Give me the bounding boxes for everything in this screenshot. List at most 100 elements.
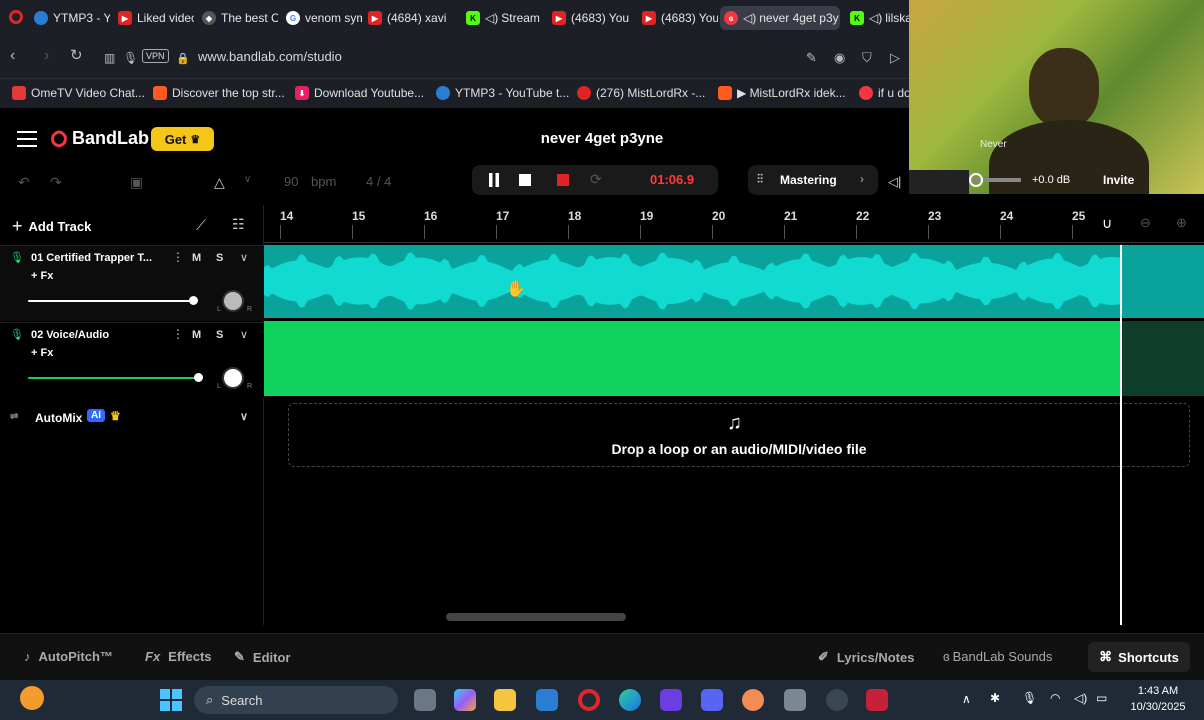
tab-youtube-4684[interactable]: ▶ (4684) xavi — [364, 6, 448, 30]
loop-icon[interactable]: ⟳ — [590, 171, 602, 188]
track-2-region[interactable] — [264, 321, 1120, 396]
mic-icon[interactable]: 🎙 — [10, 328, 24, 341]
shield-icon[interactable]: ⛉ — [862, 48, 872, 68]
chevron-down-icon[interactable]: ∨ — [240, 251, 248, 264]
wand-icon[interactable]: ⟋ — [196, 217, 206, 234]
windows-start-icon[interactable] — [160, 689, 182, 711]
bookmark-discover[interactable]: Discover the top str... — [153, 86, 285, 100]
editor-button[interactable]: ✎ Editor — [234, 649, 290, 665]
bandlab-taskbar-icon[interactable] — [866, 689, 888, 711]
send-icon[interactable]: ▷ — [890, 48, 900, 68]
add-fx-button[interactable]: + Fx — [31, 347, 53, 359]
reload-icon[interactable]: ↻ — [70, 46, 83, 66]
chevron-up-icon[interactable]: ∧ — [962, 692, 971, 706]
wifi-icon[interactable]: ◠ — [1050, 691, 1060, 705]
horizontal-scrollbar[interactable] — [446, 613, 626, 621]
add-fx-button[interactable]: + Fx — [31, 270, 53, 282]
snapshot-icon[interactable]: ▥ — [104, 48, 115, 68]
volume-slider[interactable] — [28, 377, 198, 379]
metronome-icon[interactable]: △ — [214, 174, 225, 191]
track-header-2[interactable]: 🎙 02 Voice/Audio ⋮ M S ∨ + Fx L R — [0, 322, 264, 398]
tab-ytmp3[interactable]: YTMP3 - Yo — [30, 6, 110, 30]
opera-logo-icon[interactable] — [9, 10, 23, 24]
mastering-button[interactable]: ⫶⫶ Mastering › — [748, 165, 878, 195]
volume-handle[interactable] — [194, 373, 203, 382]
chevron-down-icon[interactable]: ∨ — [240, 410, 248, 423]
pause-icon[interactable] — [488, 173, 500, 187]
track-name[interactable]: 01 Certified Trapper T... — [31, 252, 152, 264]
lyrics-notes-button[interactable]: ✐ Lyrics/Notes — [818, 649, 914, 665]
weather-icon[interactable] — [20, 686, 44, 710]
bluetooth-icon[interactable]: ✱ — [990, 691, 1000, 705]
instruments-icon[interactable]: ☷ — [232, 216, 245, 233]
mute-button[interactable]: M — [192, 252, 201, 264]
app-icon[interactable] — [742, 689, 764, 711]
outlook-icon[interactable] — [536, 689, 558, 711]
pan-knob[interactable] — [222, 367, 244, 389]
tab-the-best[interactable]: ◆ The best C — [198, 6, 278, 30]
task-view-icon[interactable] — [414, 689, 436, 711]
bookmark-mistlordrx-idek[interactable]: ▶ MistLordRx idek... — [718, 86, 846, 100]
chevron-down-icon[interactable]: ∨ — [240, 328, 248, 341]
obs-icon[interactable] — [826, 689, 848, 711]
microphone-icon[interactable]: 🎙 — [1022, 691, 1037, 705]
mic-icon[interactable]: 🎙 — [123, 48, 138, 68]
bookmark-download-youtube[interactable]: ⬇ Download Youtube... — [295, 86, 424, 100]
more-icon[interactable]: ⋮ — [172, 250, 184, 264]
mute-button[interactable]: M — [192, 329, 201, 341]
stop-icon[interactable] — [519, 174, 531, 186]
track-2-empty-area[interactable] — [1120, 321, 1204, 396]
record-icon[interactable] — [557, 174, 569, 186]
clip-icon[interactable]: ▣ — [130, 174, 143, 191]
bpm-value[interactable]: 90 — [284, 174, 298, 189]
mic-icon[interactable]: 🎙 — [10, 251, 24, 264]
zoom-out-icon[interactable]: ⊖ — [1140, 215, 1151, 231]
drop-zone[interactable]: ♫ Drop a loop or an audio/MIDI/video fil… — [288, 403, 1190, 467]
volume-icon[interactable]: ◁) — [1074, 691, 1087, 705]
add-track-button[interactable]: + Add Track — [12, 215, 112, 237]
system-clock[interactable]: 1:43 AM 10/30/2025 — [1118, 683, 1198, 715]
battery-icon[interactable]: ▭ — [1096, 691, 1107, 705]
autopitch-button[interactable]: ♪ AutoPitch™ — [24, 649, 113, 664]
track-header-1[interactable]: 🎙 01 Certified Trapper T... ⋮ M S ∨ + Fx… — [0, 245, 264, 321]
tab-youtube-4683-a[interactable]: ▶ (4683) You — [548, 6, 630, 30]
redo-icon[interactable]: ↷ — [50, 174, 62, 191]
bandlab-sounds-button[interactable]: ɞ BandLab Sounds — [943, 649, 1052, 664]
forward-icon[interactable]: › — [44, 46, 49, 66]
track-1-region[interactable]: ✋ — [264, 245, 1204, 318]
tab-kick-stream[interactable]: K ◁) Stream — [462, 6, 544, 30]
edge-icon[interactable] — [619, 689, 641, 711]
timeline-ruler[interactable]: 14 15 16 17 18 19 20 21 22 23 24 25 ∪ ⊖ … — [264, 205, 1204, 243]
tab-liked-videos[interactable]: ▶ Liked video — [114, 6, 194, 30]
tab-bandlab-active[interactable]: ɞ ◁) never 4get p3y — [720, 6, 840, 30]
pan-knob[interactable] — [222, 290, 244, 312]
speaker-icon[interactable]: ◁| — [888, 174, 901, 190]
opera-icon[interactable] — [578, 689, 600, 711]
solo-button[interactable]: S — [216, 252, 223, 264]
taskbar-search[interactable]: ⌕ Search — [194, 686, 398, 714]
bookmark-ytmp3[interactable]: YTMP3 - YouTube t... — [436, 86, 569, 100]
tab-venom[interactable]: Gvenom sym — [282, 6, 362, 30]
solo-button[interactable]: S — [216, 329, 223, 341]
tab-kick-lilskam[interactable]: K ◁)lilskam — [846, 6, 910, 30]
discord-icon[interactable] — [701, 689, 723, 711]
automix-row[interactable]: ⇌ AutoMix AI ♛ ∨ — [0, 401, 264, 435]
time-signature[interactable]: 4 / 4 — [366, 174, 391, 189]
undo-icon[interactable]: ↶ — [18, 174, 30, 191]
camera-icon[interactable]: ◉ — [834, 48, 845, 68]
bookmark-ometv[interactable]: OmeTV Video Chat... — [12, 86, 145, 100]
shortcuts-button[interactable]: ⌘ Shortcuts — [1088, 642, 1190, 672]
playhead[interactable] — [1120, 245, 1122, 625]
tab-youtube-4683-b[interactable]: ▶ (4683) You — [638, 6, 718, 30]
back-icon[interactable]: ‹ — [10, 46, 15, 66]
file-explorer-icon[interactable] — [494, 689, 516, 711]
copilot-icon[interactable] — [454, 689, 476, 711]
more-icon[interactable]: ⋮ — [172, 327, 184, 341]
chevron-down-icon[interactable]: ∨ — [244, 174, 251, 185]
invite-button[interactable]: Invite — [1103, 173, 1134, 187]
url-field[interactable]: www.bandlab.com/studio — [198, 49, 342, 64]
clipchamp-icon[interactable] — [660, 689, 682, 711]
effects-button[interactable]: Fx Effects — [145, 649, 212, 664]
vpn-badge[interactable]: VPN — [142, 49, 169, 63]
camera-icon[interactable] — [784, 689, 806, 711]
